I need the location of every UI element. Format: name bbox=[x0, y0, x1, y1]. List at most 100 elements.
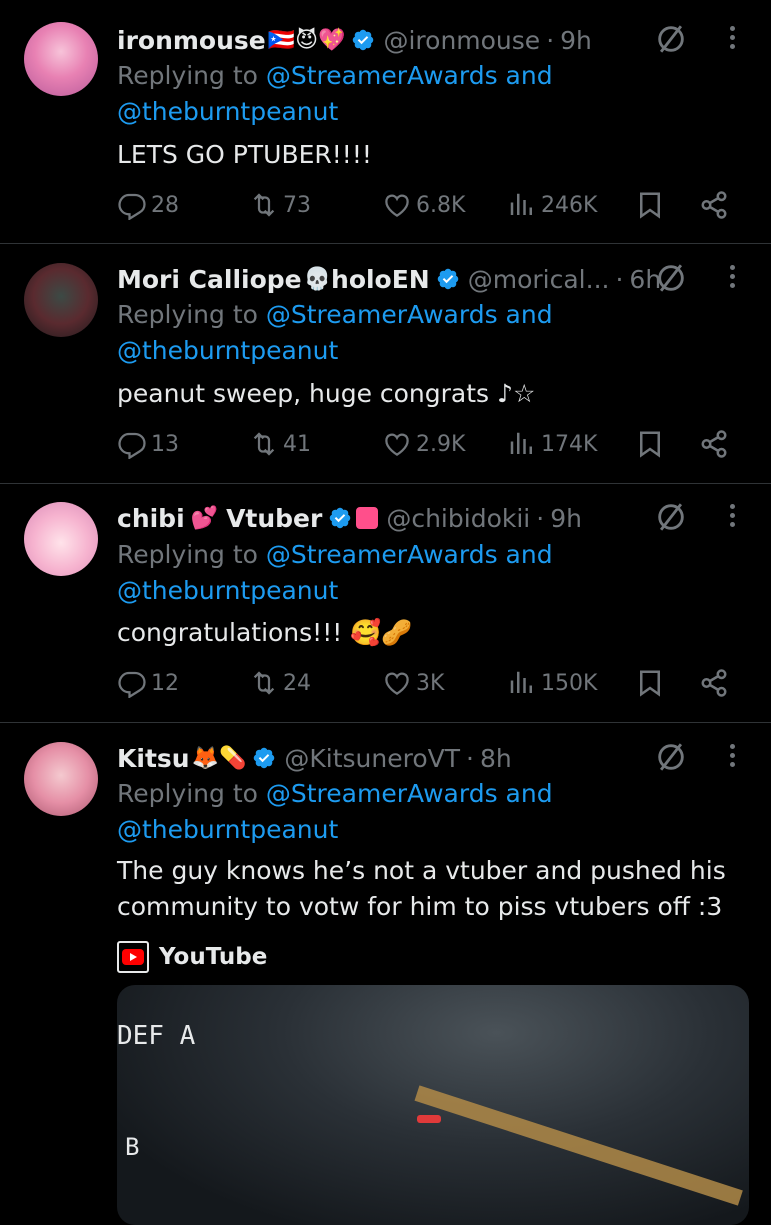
video-thumbnail[interactable]: DEF A B bbox=[117, 985, 749, 1225]
verified-icon[interactable] bbox=[252, 746, 276, 770]
reply-count: 12 bbox=[151, 670, 179, 696]
share-button[interactable] bbox=[699, 668, 733, 698]
separator-dot: · bbox=[615, 264, 624, 294]
mention-link[interactable]: @StreamerAwards bbox=[266, 61, 498, 90]
replying-to: Replying to @StreamerAwards and @theburn… bbox=[117, 297, 553, 369]
handle[interactable]: @morical... bbox=[468, 265, 610, 294]
divider bbox=[0, 483, 771, 484]
media-overlay-text: B bbox=[125, 1133, 140, 1161]
display-name[interactable]: Kitsu bbox=[117, 744, 190, 773]
handle[interactable]: @chibidokii bbox=[386, 504, 530, 533]
mention-link[interactable]: @StreamerAwards bbox=[266, 540, 498, 569]
timestamp[interactable]: 8h bbox=[480, 744, 512, 773]
replying-to: Replying to @StreamerAwards and @theburn… bbox=[117, 537, 553, 609]
tweet-header: Kitsu 🦊💊 @KitsuneroVT · 8h bbox=[117, 738, 512, 778]
avatar[interactable] bbox=[24, 263, 98, 337]
replying-prefix: Replying to bbox=[117, 300, 266, 329]
mention-link[interactable]: @theburntpeanut bbox=[117, 97, 338, 126]
grok-icon[interactable] bbox=[654, 500, 688, 534]
replying-prefix: Replying to bbox=[117, 779, 266, 808]
card-source-label: YouTube bbox=[159, 944, 268, 970]
like-icon bbox=[382, 429, 412, 459]
repost-icon bbox=[249, 190, 279, 220]
verified-icon[interactable] bbox=[328, 506, 352, 530]
display-name[interactable]: ironmouse bbox=[117, 26, 266, 55]
reply-icon bbox=[117, 668, 147, 698]
affiliate-badge-icon[interactable] bbox=[356, 507, 379, 529]
views-icon bbox=[507, 190, 537, 220]
more-icon[interactable] bbox=[722, 22, 742, 56]
bookmark-icon bbox=[635, 429, 665, 459]
verified-icon[interactable] bbox=[351, 28, 375, 52]
display-name-suffix[interactable]: holoEN bbox=[331, 265, 430, 294]
mention-and[interactable]: and bbox=[498, 61, 553, 90]
grok-icon[interactable] bbox=[654, 261, 688, 295]
repost-count: 24 bbox=[283, 670, 311, 696]
mention-and[interactable]: and bbox=[498, 300, 553, 329]
views-count: 150K bbox=[541, 670, 598, 696]
action-bar: 13 41 2.9K 174K bbox=[117, 429, 737, 465]
views-count: 246K bbox=[541, 192, 598, 218]
mention-and[interactable]: and bbox=[498, 779, 553, 808]
action-bar: 28 73 6.8K 246K bbox=[117, 190, 737, 226]
grok-icon[interactable] bbox=[654, 22, 688, 56]
share-button[interactable] bbox=[699, 190, 733, 220]
views-button[interactable]: 246K bbox=[507, 190, 597, 220]
mention-link[interactable]: @theburntpeanut bbox=[117, 815, 338, 844]
repost-button[interactable]: 41 bbox=[249, 429, 311, 459]
verified-icon[interactable] bbox=[436, 267, 460, 291]
name-emojis: 🦊💊 bbox=[191, 745, 247, 771]
like-button[interactable]: 2.9K bbox=[382, 429, 465, 459]
separator-dot: · bbox=[536, 503, 545, 533]
avatar[interactable] bbox=[24, 742, 98, 816]
avatar[interactable] bbox=[24, 22, 98, 96]
action-bar: 12 24 3K 150K bbox=[117, 668, 737, 704]
mention-link[interactable]: @theburntpeanut bbox=[117, 336, 338, 365]
repost-button[interactable]: 73 bbox=[249, 190, 311, 220]
mention-link[interactable]: @StreamerAwards bbox=[266, 300, 498, 329]
mention-and[interactable]: and bbox=[498, 540, 553, 569]
reply-icon bbox=[117, 429, 147, 459]
mention-link[interactable]: @theburntpeanut bbox=[117, 576, 338, 605]
separator-dot: · bbox=[546, 25, 555, 55]
repost-button[interactable]: 24 bbox=[249, 668, 311, 698]
more-icon[interactable] bbox=[722, 261, 742, 295]
views-button[interactable]: 150K bbox=[507, 668, 597, 698]
bookmark-button[interactable] bbox=[635, 429, 669, 459]
mention-link[interactable]: @StreamerAwards bbox=[266, 779, 498, 808]
card-source[interactable]: YouTube bbox=[117, 941, 267, 973]
repost-count: 41 bbox=[283, 431, 311, 457]
share-icon bbox=[699, 190, 729, 220]
like-button[interactable]: 3K bbox=[382, 668, 444, 698]
grok-icon[interactable] bbox=[654, 740, 688, 774]
like-count: 6.8K bbox=[416, 192, 466, 218]
bookmark-button[interactable] bbox=[635, 668, 669, 698]
tweet-header: ironmouse 🇵🇷😈💖 @ironmouse · 9h bbox=[117, 20, 592, 60]
bookmark-button[interactable] bbox=[635, 190, 669, 220]
media-light bbox=[417, 1115, 441, 1123]
more-icon[interactable] bbox=[722, 740, 742, 774]
replying-prefix: Replying to bbox=[117, 61, 266, 90]
replying-prefix: Replying to bbox=[117, 540, 266, 569]
reply-icon bbox=[117, 190, 147, 220]
display-name[interactable]: chibi bbox=[117, 504, 185, 533]
tweet-header: Mori Calliope 💀 holoEN @morical... · 6h bbox=[117, 259, 661, 299]
timestamp[interactable]: 9h bbox=[550, 504, 582, 533]
repost-icon bbox=[249, 429, 279, 459]
media-train-track bbox=[414, 1085, 743, 1206]
views-button[interactable]: 174K bbox=[507, 429, 597, 459]
timestamp[interactable]: 9h bbox=[560, 26, 592, 55]
more-icon[interactable] bbox=[722, 500, 742, 534]
avatar[interactable] bbox=[24, 502, 98, 576]
reply-button[interactable]: 13 bbox=[117, 429, 179, 459]
display-name[interactable]: Mori Calliope bbox=[117, 265, 302, 294]
reply-button[interactable]: 12 bbox=[117, 668, 179, 698]
like-count: 3K bbox=[416, 670, 445, 696]
display-name-suffix[interactable]: Vtuber bbox=[226, 504, 322, 533]
handle[interactable]: @KitsuneroVT bbox=[284, 744, 460, 773]
like-button[interactable]: 6.8K bbox=[382, 190, 465, 220]
share-button[interactable] bbox=[699, 429, 733, 459]
handle[interactable]: @ironmouse bbox=[383, 26, 540, 55]
replying-to: Replying to @StreamerAwards and @theburn… bbox=[117, 776, 553, 848]
reply-button[interactable]: 28 bbox=[117, 190, 179, 220]
